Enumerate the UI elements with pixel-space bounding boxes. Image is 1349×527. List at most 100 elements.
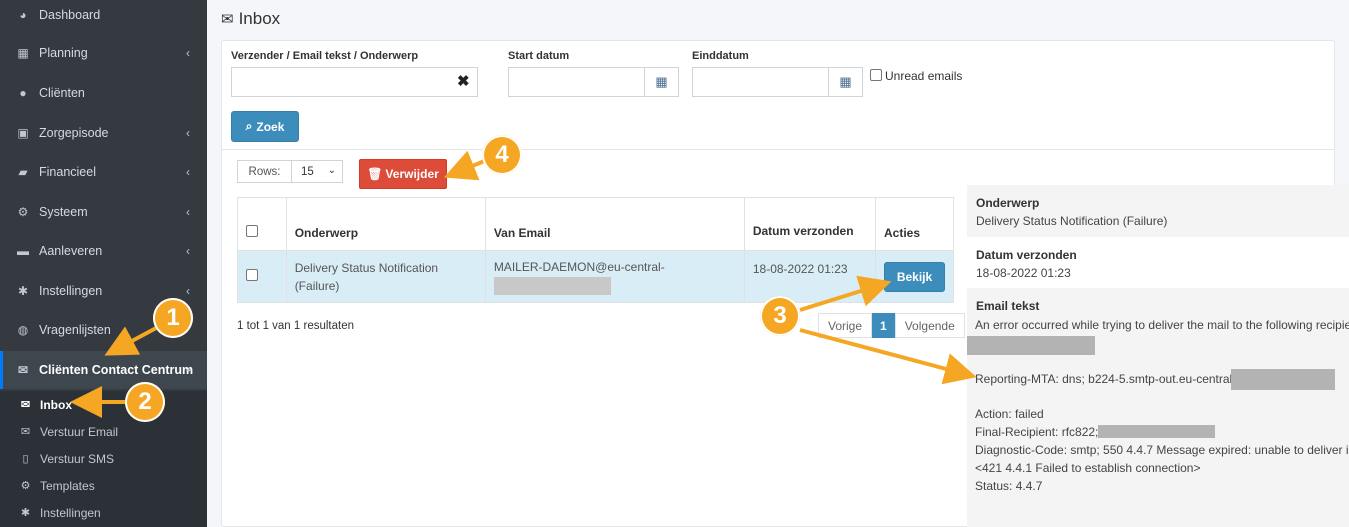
gear-icon: ✱	[20, 507, 31, 519]
sender-search-input[interactable]	[231, 67, 478, 97]
chevron-left-icon: ‹	[186, 46, 190, 60]
search-button-label: Zoek	[256, 119, 285, 134]
sidebar-subitem-verstuur-sms[interactable]: ▯ Verstuur SMS	[0, 445, 207, 472]
sidebar-item-label: Aanleveren	[39, 244, 103, 258]
rows-select[interactable]: 15 ⌄	[291, 160, 343, 183]
column-header-date[interactable]: Datum verzonden	[743, 197, 877, 251]
unread-checkbox[interactable]	[870, 69, 882, 81]
redacted-block	[967, 336, 1095, 355]
column-header-from[interactable]: Van Email	[484, 197, 745, 251]
chevron-left-icon: ‹	[186, 244, 190, 258]
book-icon: ▰	[18, 165, 28, 179]
email-body-line: An error occurred while trying to delive…	[975, 318, 1349, 332]
sidebar-item-label: Instellingen	[39, 284, 103, 298]
sidebar-item-label: Vragenlijsten	[39, 323, 111, 337]
sidebar-subitem-label: Inbox	[40, 397, 72, 412]
divider	[222, 149, 1335, 150]
pagination-current[interactable]: 1	[872, 313, 895, 338]
trash-icon: 🗑	[367, 167, 383, 181]
email-body-line: Final-Recipient: rfc822;	[975, 425, 1099, 439]
detail-body-label: Email tekst	[976, 299, 1040, 313]
sidebar-item-label: Cliënten Contact Centrum	[39, 363, 194, 377]
sidebar-item-label: Dashboard	[39, 8, 101, 22]
truck-icon: ▬	[17, 244, 29, 258]
sidebar-item-dashboard[interactable]: ◕ Dashboard	[0, 0, 207, 34]
end-date-label: Einddatum	[692, 50, 749, 62]
search-button[interactable]: ⌕ Zoek	[231, 111, 299, 142]
sidebar-item-systeem[interactable]: ⚙ Systeem ‹	[0, 193, 207, 231]
row-from: MAILER-DAEMON@eu-central-	[493, 260, 665, 275]
calendar-icon[interactable]: ▦	[644, 67, 679, 97]
email-body-line: Reporting-MTA: dns; b224-5.smtp-out.eu-c…	[975, 372, 1237, 386]
sidebar-subitem-label: Verstuur Email	[40, 424, 119, 439]
sidebar-subitem-inbox[interactable]: ✉ Inbox	[0, 391, 207, 418]
row-checkbox[interactable]	[246, 268, 258, 281]
view-button[interactable]: Bekijk	[884, 261, 945, 292]
delete-button[interactable]: 🗑 Verwijder	[359, 159, 447, 189]
table-row[interactable]: Delivery Status Notification (Failure) M…	[237, 250, 954, 303]
row-actions-cell: Bekijk	[875, 250, 954, 303]
chevron-down-icon: ‹	[181, 368, 195, 372]
redacted-block	[493, 276, 611, 295]
page-title-text: Inbox	[238, 9, 281, 28]
select-all-checkbox[interactable]	[246, 225, 258, 237]
cogs-icon: ⚙	[20, 480, 31, 492]
envelope-icon: ✉	[17, 363, 29, 377]
email-body-line: Diagnostic-Code: smtp; 550 4.4.7 Message…	[975, 443, 1349, 457]
sidebar-item-label: Cliënten	[39, 86, 85, 100]
envelope-icon: ✉	[20, 399, 31, 411]
row-from-cell: MAILER-DAEMON@eu-central-	[484, 250, 745, 303]
row-subject: Delivery Status Notification (Failure)	[285, 250, 486, 303]
sidebar-subitem-instellingen[interactable]: ✱ Instellingen	[0, 499, 207, 526]
table-header: Onderwerp Van Email Datum verzonden Acti…	[237, 197, 954, 251]
calendar-icon[interactable]: ▦	[828, 67, 863, 97]
annotation-badge-4: 4	[482, 135, 522, 175]
sidebar-item-zorgepisode[interactable]: ▣ Zorgepisode ‹	[0, 114, 207, 152]
sidebar-item-clienten[interactable]: ● Cliënten	[0, 74, 207, 112]
pagination-next[interactable]: Volgende	[894, 313, 965, 338]
detail-date-section: Datum verzonden 18-08-2022 01:23	[967, 237, 1349, 288]
mobile-icon: ▯	[22, 453, 29, 465]
results-count: 1 tot 1 van 1 resultaten	[237, 320, 354, 332]
rows-select-value: 15	[301, 165, 314, 178]
chevron-down-icon: ⌄	[327, 165, 336, 176]
inbox-table: Onderwerp Van Email Datum verzonden Acti…	[237, 197, 954, 303]
email-body-line: <421 4.4.1 Failed to establish connectio…	[975, 461, 1201, 475]
dashboard-icon: ◕	[19, 8, 27, 22]
annotation-badge-3: 3	[760, 296, 800, 336]
sidebar-item-label: Financieel	[39, 165, 96, 179]
select-all-cell	[237, 197, 287, 251]
start-date-input[interactable]	[508, 67, 645, 97]
pagination: Vorige 1 Volgende	[818, 313, 965, 338]
sidebar-subitem-label: Instellingen	[40, 505, 101, 520]
sidebar-item-label: Systeem	[39, 205, 88, 219]
sidebar-item-clienten-contact-centrum[interactable]: ✉ Cliënten Contact Centrum ‹	[0, 351, 207, 389]
chevron-left-icon: ‹	[186, 284, 190, 298]
envelope-icon: ✉	[221, 11, 234, 28]
sidebar: ◕ Dashboard ▦ Planning ‹ ● Cliënten ▣ Zo…	[0, 0, 207, 527]
sidebar-item-financieel[interactable]: ▰ Financieel ‹	[0, 153, 207, 191]
sidebar-item-label: Planning	[39, 46, 88, 60]
page-title: ✉ Inbox	[221, 9, 280, 29]
column-header-subject[interactable]: Onderwerp	[285, 197, 486, 251]
camera-icon: ▣	[17, 126, 29, 140]
column-header-actions: Acties	[875, 197, 954, 251]
clear-icon[interactable]: ✖	[457, 72, 470, 90]
sidebar-item-aanleveren[interactable]: ▬ Aanleveren ‹	[0, 232, 207, 270]
gear-icon: ✱	[17, 284, 29, 298]
sidebar-subitem-templates[interactable]: ⚙ Templates	[0, 472, 207, 499]
cogs-icon: ⚙	[17, 205, 29, 219]
annotation-badge-2: 2	[125, 382, 165, 422]
sidebar-item-planning[interactable]: ▦ Planning ‹	[0, 34, 207, 72]
search-icon: ⌕	[245, 119, 253, 133]
chevron-left-icon: ‹	[186, 205, 190, 219]
rows-label: Rows:	[237, 160, 291, 183]
end-date-input[interactable]	[692, 67, 829, 97]
detail-subject-section: Onderwerp Delivery Status Notification (…	[967, 185, 1349, 237]
pagination-prev[interactable]: Vorige	[818, 313, 873, 338]
user-icon: ●	[19, 86, 27, 100]
envelope-outline-icon: ✉	[20, 426, 31, 438]
delete-button-label: Verwijder	[385, 167, 439, 181]
sidebar-subitem-verstuur-email[interactable]: ✉ Verstuur Email	[0, 418, 207, 445]
email-detail-panel: Onderwerp Delivery Status Notification (…	[967, 185, 1349, 527]
